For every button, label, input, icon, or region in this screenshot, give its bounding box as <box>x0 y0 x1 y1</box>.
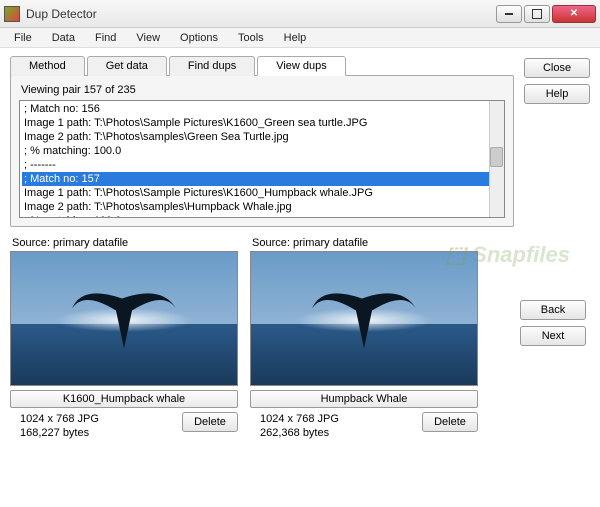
window-close-button[interactable] <box>552 5 596 23</box>
listbox-scrollbar[interactable] <box>489 101 504 217</box>
titlebar: Dup Detector <box>0 0 600 28</box>
source-label-left: Source: primary datafile <box>10 237 238 249</box>
view-dups-panel: Viewing pair 157 of 235 ; Match no: 156I… <box>10 75 514 227</box>
list-line[interactable]: Image 1 path: T:\Photos\Sample Pictures\… <box>22 186 502 200</box>
menu-help[interactable]: Help <box>274 30 317 46</box>
tab-method[interactable]: Method <box>10 56 85 76</box>
scrollbar-thumb[interactable] <box>490 147 503 167</box>
filesize-left: 168,227 bytes <box>20 426 99 440</box>
list-line[interactable]: Image 1 path: T:\Photos\Sample Pictures\… <box>22 116 502 130</box>
menu-file[interactable]: File <box>4 30 42 46</box>
list-line[interactable]: ; Match no: 157 <box>22 172 502 186</box>
menubar: File Data Find View Options Tools Help <box>0 28 600 48</box>
list-line[interactable]: ; ------- <box>22 158 502 172</box>
maximize-button[interactable] <box>524 5 550 23</box>
list-line[interactable]: Image 2 path: T:\Photos\samples\Green Se… <box>22 130 502 144</box>
app-icon <box>4 6 20 22</box>
source-label-right: Source: primary datafile <box>250 237 478 249</box>
tab-get-data[interactable]: Get data <box>87 56 167 76</box>
delete-button-left[interactable]: Delete <box>182 412 238 432</box>
back-button[interactable]: Back <box>520 300 586 320</box>
filename-left: K1600_Humpback whale <box>10 390 238 408</box>
list-line[interactable]: ; Match no: 156 <box>22 102 502 116</box>
close-button[interactable]: Close <box>524 58 590 78</box>
tab-view-dups[interactable]: View dups <box>257 56 346 76</box>
menu-tools[interactable]: Tools <box>228 30 274 46</box>
viewing-status: Viewing pair 157 of 235 <box>21 84 505 96</box>
next-button[interactable]: Next <box>520 326 586 346</box>
preview-left: Source: primary datafile K1600_Humpback … <box>10 237 238 440</box>
list-line[interactable]: ; % matching: 100.0 <box>22 214 502 218</box>
dimensions-left: 1024 x 768 JPG <box>20 412 99 426</box>
list-line[interactable]: ; % matching: 100.0 <box>22 144 502 158</box>
dimensions-right: 1024 x 768 JPG <box>260 412 339 426</box>
help-button[interactable]: Help <box>524 84 590 104</box>
list-line[interactable]: Image 2 path: T:\Photos\samples\Humpback… <box>22 200 502 214</box>
preview-right: Source: primary datafile Humpback Whale … <box>250 237 478 440</box>
tab-find-dups[interactable]: Find dups <box>169 56 255 76</box>
window-title: Dup Detector <box>26 7 496 21</box>
match-listbox[interactable]: ; Match no: 156Image 1 path: T:\Photos\S… <box>19 100 505 218</box>
minimize-button[interactable] <box>496 5 522 23</box>
menu-options[interactable]: Options <box>170 30 228 46</box>
menu-data[interactable]: Data <box>42 30 85 46</box>
image-preview-left <box>10 251 238 386</box>
menu-find[interactable]: Find <box>85 30 126 46</box>
image-preview-right <box>250 251 478 386</box>
menu-view[interactable]: View <box>126 30 170 46</box>
delete-button-right[interactable]: Delete <box>422 412 478 432</box>
filename-right: Humpback Whale <box>250 390 478 408</box>
filesize-right: 262,368 bytes <box>260 426 339 440</box>
tabstrip: Method Get data Find dups View dups <box>10 56 514 76</box>
